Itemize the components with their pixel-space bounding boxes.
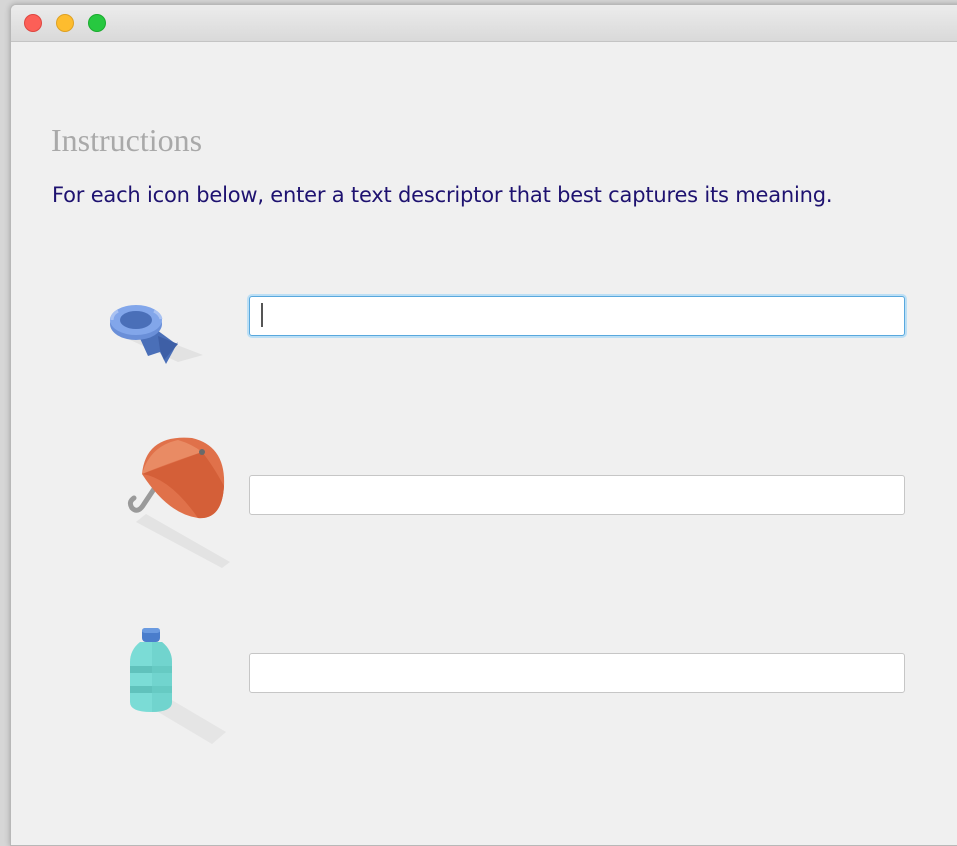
descriptor-input-2[interactable] xyxy=(249,475,905,515)
minimize-window-button[interactable] xyxy=(56,14,74,32)
text-caret xyxy=(261,303,263,327)
umbrella-icon xyxy=(126,434,236,574)
descriptor-input-3[interactable] xyxy=(249,653,905,693)
title-bar[interactable] xyxy=(11,5,957,42)
instructions-text: For each icon below, enter a text descri… xyxy=(52,183,833,207)
instructions-heading: Instructions xyxy=(51,122,203,158)
close-window-button[interactable] xyxy=(24,14,42,32)
zoom-window-button[interactable] xyxy=(88,14,106,32)
ribbon-badge-icon xyxy=(108,300,208,370)
water-bottle-icon xyxy=(126,626,236,751)
descriptor-input-1[interactable] xyxy=(249,296,905,336)
